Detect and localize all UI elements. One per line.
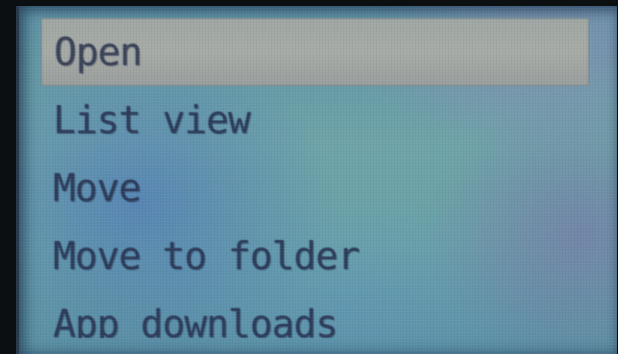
options-menu: Open List view Move Move to folder App d…: [41, 18, 589, 338]
menu-item-open[interactable]: Open: [41, 18, 589, 86]
menu-item-move-to-folder[interactable]: Move to folder: [41, 222, 589, 290]
menu-item-move[interactable]: Move: [41, 154, 589, 222]
phone-screen: Open List view Move Move to folder App d…: [16, 6, 617, 354]
phone-photo: Open List view Move Move to folder App d…: [0, 0, 618, 354]
menu-item-list-view[interactable]: List view: [41, 86, 589, 154]
menu-item-app-downloads[interactable]: App downloads: [41, 290, 589, 338]
